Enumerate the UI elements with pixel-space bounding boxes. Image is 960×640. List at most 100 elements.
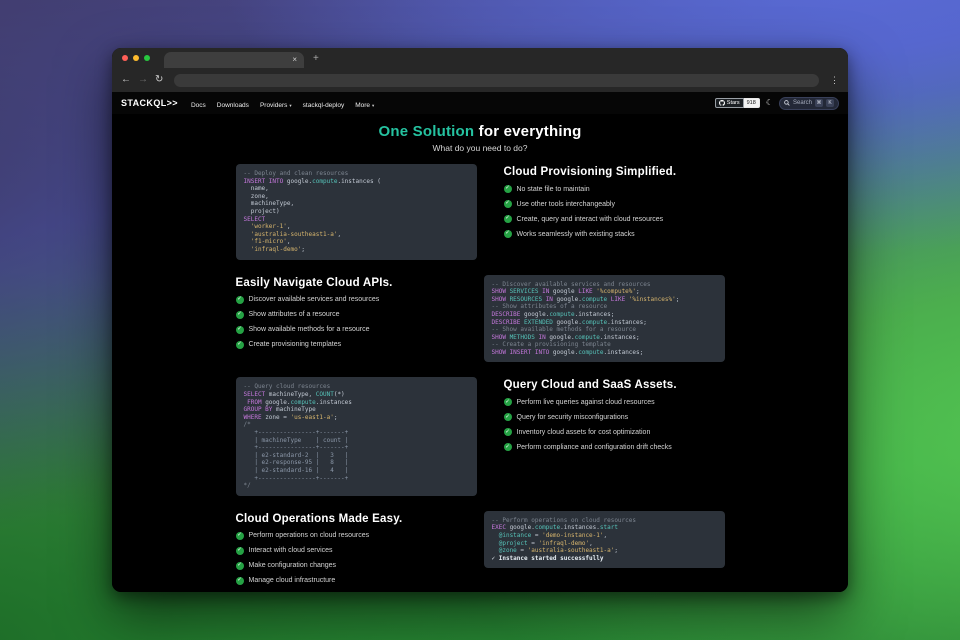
check-icon: ✓ [503,185,512,193]
page-title-highlight: One Solution [378,123,475,140]
check-icon: ✓ [503,428,512,437]
section-row-1: -- Deploy and clean resources INSERT INTO… [235,164,725,260]
window-controls [122,55,150,61]
code-line: zone, [243,192,269,200]
back-button[interactable]: ← [121,75,131,85]
feature-item-label: Works seamlessly with existing stacks [516,230,635,238]
check-icon: ✓ [503,413,512,422]
check-icon: ✓ [235,546,244,555]
feature-item: ✓ Discover available services and resourc… [235,295,477,304]
check-icon: ✓ [235,576,244,585]
nav-link-more[interactable]: More ▾ [355,102,374,109]
address-bar[interactable] [174,73,819,87]
feature-heading: Query Cloud and SaaS Assets. [503,379,677,392]
feature-card-3: Query Cloud and SaaS Assets. ✓ Perform liv… [484,377,725,452]
forward-button[interactable]: → [138,75,148,85]
code-line: SHOW SERVICES IN google LIKE '%compute%'… [491,288,640,296]
feature-item: ✓ Inventory cloud assets for cost optimiz… [503,428,725,437]
minimize-window-button[interactable] [133,55,139,61]
nav-link-docs[interactable]: Docs [191,102,206,109]
page-viewport: STACKQL>> Docs Downloads Providers ▾ stackql… [112,92,848,592]
reload-button[interactable]: ↻ [155,75,163,85]
desktop-wallpaper: × + ← → ↻ ⋮ STACKQL>> Docs Downloads Provi… [0,0,960,640]
code-line: -- Query cloud resources [243,383,331,391]
code-line: -- Create a provisioning template [491,341,611,349]
github-stars-label: Stars [726,100,740,106]
search-box[interactable]: Search ⌘ K [778,96,839,110]
code-line: name, [243,185,269,193]
feature-item-label: Show available methods for a resource [248,326,370,334]
feature-item-label: Make configuration changes [248,562,337,570]
code-line: 'infraql-demo'; [250,245,305,253]
feature-item-label: Discover available services and resource… [248,296,380,304]
feature-item-label: No state file to maintain [516,185,590,193]
code-line: SELECT [243,215,266,223]
feature-item: ✓ Use other tools interchangeably [503,200,725,208]
feature-item: ✓ Perform operations on cloud resources [235,531,477,540]
feature-heading: Easily Navigate Cloud APIs. [235,276,393,289]
check-icon: ✓ [503,443,512,452]
navbar-right: Stars 918 ☾ Search ⌘ K [714,96,839,110]
feature-heading: Cloud Provisioning Simplified. [503,166,677,178]
new-tab-button[interactable]: + [313,54,319,64]
browser-tab[interactable]: × [164,52,304,68]
page-subtitle: What do you need to do? [432,143,528,153]
code-line: | e2-standard-16 | 4 | [243,467,349,474]
browser-tab-strip: × + [112,48,848,68]
check-icon: ✓ [503,230,512,238]
nav-links: Docs Downloads Providers ▾ stackql-deploy Mor… [191,94,385,112]
nav-link-downloads[interactable]: Downloads [217,102,249,109]
site-navbar: STACKQL>> Docs Downloads Providers ▾ stackql… [112,92,848,114]
stackql-logo[interactable]: STACKQL>> [121,98,178,108]
github-icon [718,100,725,106]
feature-item: ✓ Interact with cloud services [235,546,477,555]
feature-card-2: Easily Navigate Cloud APIs. ✓ Discover ava… [235,275,477,349]
code-line: SHOW INSERT INTO google.compute.instance… [491,348,644,356]
page-title-rest: for everything [474,123,582,140]
code-line: ✓ Instance started successfully [491,554,604,562]
tab-close-icon[interactable]: × [292,56,297,64]
chevron-down-icon: ▾ [289,102,292,108]
page-title: One Solution for everything [112,123,848,140]
feature-item: ✓ Perform live queries against cloud reso… [503,398,725,407]
code-line: DESCRIBE EXTENDED google.compute.instanc… [491,318,647,326]
zoom-window-button[interactable] [144,55,150,61]
check-icon: ✓ [235,310,244,319]
close-window-button[interactable] [122,55,128,61]
github-star-count: 918 [743,98,760,108]
code-line: /* [243,421,251,429]
feature-item-label: Manage cloud infrastructure [248,577,336,585]
github-stars-badge[interactable]: Stars 918 [714,98,760,108]
feature-item-label: Use other tools interchangeably [516,200,615,208]
nav-link-providers[interactable]: Providers ▾ [260,102,292,109]
search-placeholder: Search [792,100,812,106]
browser-toolbar: ← → ↻ ⋮ [112,68,848,92]
code-line: INSERT INTO google.compute.instances ( [243,177,381,185]
code-line: -- Perform operations on cloud resources [491,516,637,524]
code-block-3: -- Query cloud resources SELECT machineTy… [235,377,477,496]
feature-item-label: Perform operations on cloud resources [248,532,370,540]
section-row-4: Cloud Operations Made Easy. ✓ Perform oper… [235,510,725,585]
feature-item-label: Show attributes of a resource [248,311,340,319]
k-key: K [826,99,834,107]
theme-toggle-moon-icon[interactable]: ☾ [766,99,773,107]
code-line: SELECT machineType, COUNT(*) [243,391,345,399]
code-line: WHERE zone = 'us-east1-a'; [243,413,338,421]
code-line: */ [243,482,251,490]
browser-menu-button[interactable]: ⋮ [830,75,839,85]
code-line: +----------------+-------+ [243,444,349,452]
code-line: SHOW RESOURCES IN google.compute LIKE '%… [491,295,680,303]
feature-item-label: Create provisioning templates [248,341,342,349]
feature-list: ✓ Perform operations on cloud resources ✓ I… [235,531,477,585]
nav-link-stackql-deploy[interactable]: stackql-deploy [303,102,345,109]
code-line: DESCRIBE google.compute.instances; [491,310,615,318]
feature-item: ✓ Show attributes of a resource [235,310,477,319]
code-line: -- Show attributes of a resource [491,303,608,311]
section-row-2: Easily Navigate Cloud APIs. ✓ Discover ava… [235,274,725,363]
feature-heading: Cloud Operations Made Easy. [235,512,403,525]
code-line: | e2-standard-2 | 3 | [243,451,349,459]
code-line: -- Deploy and clean resources [243,170,349,177]
code-line: FROM google.compute.instances [247,398,352,406]
code-line: 'f1-micro', [250,238,291,246]
chevron-down-icon: ▾ [372,102,375,108]
